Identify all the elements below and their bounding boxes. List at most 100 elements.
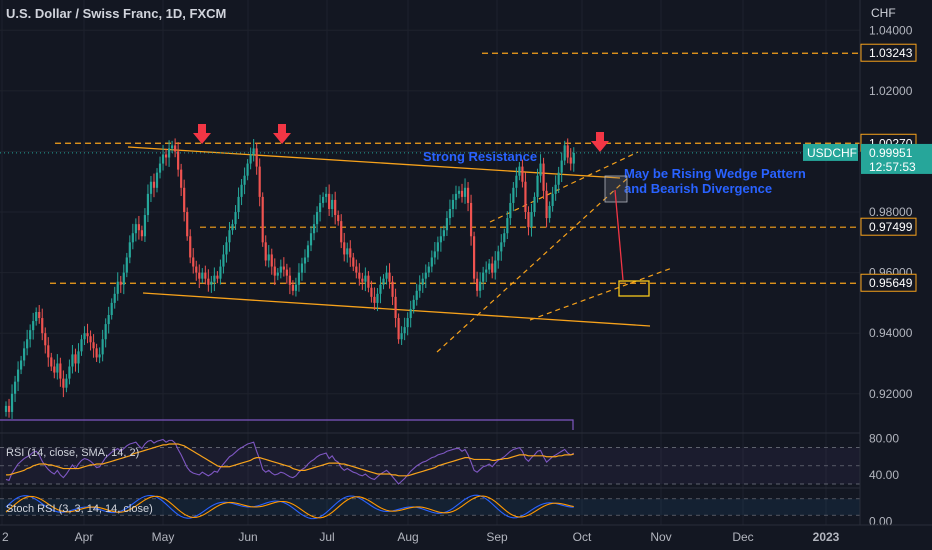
candle-body: [164, 154, 168, 158]
candle-body: [219, 266, 222, 279]
candle-body: [62, 378, 65, 388]
candle-body: [406, 318, 409, 328]
candle-body: [394, 296, 397, 319]
channel-line: [529, 267, 673, 321]
candle-body: [551, 193, 554, 206]
chart-canvas[interactable]: Strong Resistance May be Rising Wedge Pat…: [0, 0, 932, 550]
candle-body: [560, 160, 563, 173]
candle-body: [155, 172, 159, 188]
arrow-down-icon: [193, 133, 211, 144]
currency-label: CHF: [871, 6, 896, 20]
candle-body: [427, 266, 430, 273]
candle-body: [331, 199, 334, 209]
candle-body: [367, 275, 370, 288]
candle-body: [44, 333, 47, 346]
candle-body: [494, 260, 497, 273]
candle-body: [249, 154, 252, 164]
candle-body: [143, 215, 147, 237]
candle-body: [382, 278, 385, 285]
candle-body: [59, 363, 62, 379]
candle-body: [174, 145, 177, 152]
x-tick-label: May: [152, 530, 175, 544]
candle-body: [243, 175, 246, 185]
candle-body: [460, 190, 464, 197]
candle-body: [288, 275, 291, 285]
candle-body: [237, 196, 240, 213]
candle-body: [228, 230, 231, 243]
candle-body: [285, 269, 288, 276]
candle-body: [388, 272, 391, 282]
candle-body: [476, 278, 479, 291]
candle-body: [569, 157, 572, 164]
candle-body: [415, 290, 418, 300]
candle-body: [50, 357, 53, 367]
candle-body: [509, 202, 512, 219]
candle-body: [119, 281, 122, 285]
candle-body: [255, 148, 258, 167]
candle-body: [355, 266, 358, 273]
candle-body: [240, 184, 243, 197]
candle-body: [500, 242, 503, 252]
candle-body: [125, 257, 128, 273]
candle-body: [291, 284, 294, 291]
candle-body: [246, 163, 249, 176]
candle-body: [98, 354, 101, 358]
candle-body: [29, 330, 32, 340]
y-tick-label: 0.92000: [869, 387, 913, 401]
candle-body: [32, 321, 35, 331]
candle-body: [315, 212, 319, 225]
rsi-pane: RSI (14, close, SMA, 14, 2): [0, 432, 932, 485]
candle-body: [463, 187, 467, 197]
candle-body: [210, 281, 213, 285]
candle-body: [521, 166, 524, 182]
y-tick-label: 1.02000: [869, 84, 913, 98]
candle-body: [7, 405, 11, 412]
candle-body: [352, 257, 355, 267]
candle-body: [433, 251, 436, 258]
candle-body: [282, 266, 285, 270]
candle-body: [322, 196, 325, 203]
candle-body: [89, 336, 92, 343]
y-tick-label: 1.04000: [869, 23, 913, 37]
candle-body: [86, 333, 89, 337]
candle-body: [16, 369, 20, 382]
candle-body: [146, 193, 150, 216]
candle-body: [294, 284, 298, 291]
candle-body: [131, 233, 134, 243]
candle-body: [68, 366, 71, 379]
candle-body: [418, 284, 421, 291]
candle-body: [201, 272, 204, 279]
countdown-text: 12:57:53: [869, 160, 916, 174]
arrow-down-icon: [198, 124, 206, 133]
arrow-down-icon: [591, 141, 609, 152]
candle-body: [400, 333, 403, 340]
x-tick-label: Jun: [238, 530, 257, 544]
candle-body: [491, 263, 494, 273]
candle-body: [379, 284, 382, 294]
candle-body: [183, 187, 186, 213]
symbol-title[interactable]: U.S. Dollar / Swiss Franc, 1D, FXCM: [6, 6, 226, 21]
candle-body: [385, 272, 388, 279]
candle-body: [349, 248, 352, 258]
candle-body: [113, 293, 116, 303]
candle-body: [74, 354, 77, 364]
candle-body: [276, 272, 279, 276]
candle-body: [488, 263, 491, 270]
candle-body: [482, 272, 485, 282]
candle-body: [303, 257, 307, 264]
candle-body: [391, 281, 394, 297]
x-tick-label: Aug: [397, 530, 418, 544]
candle-body: [110, 302, 113, 316]
candle-body: [309, 233, 313, 246]
candle-body: [4, 405, 8, 412]
candle-body: [457, 190, 461, 194]
candle-body: [548, 205, 551, 219]
candle-body: [300, 263, 304, 273]
annotations: Strong Resistance May be Rising Wedge Pat…: [193, 124, 806, 297]
rsi-label: RSI (14, close, SMA, 14, 2): [6, 447, 139, 459]
x-tick-label: 2: [2, 530, 9, 544]
stoch-tick-label: 0.00: [869, 515, 893, 529]
candle-body: [376, 293, 379, 303]
y-tick-label: 0.98000: [869, 205, 913, 219]
candle-body: [442, 230, 445, 237]
